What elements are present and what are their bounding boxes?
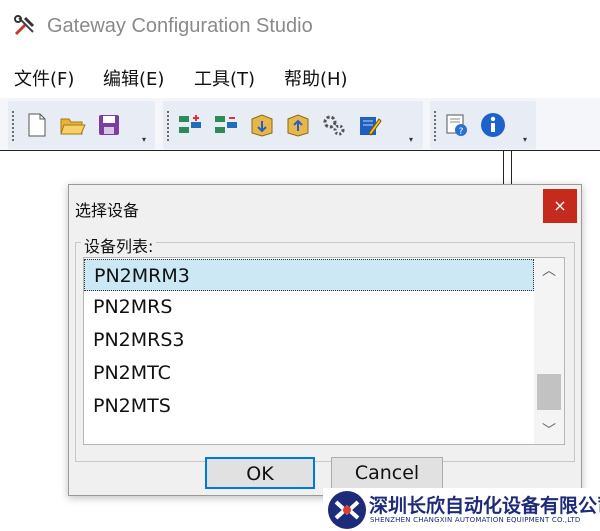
list-item[interactable]: PN2MRM3	[84, 259, 534, 291]
remove-node-icon[interactable]	[213, 111, 239, 139]
list-item[interactable]: PN2MTC	[84, 357, 534, 389]
help-document-icon[interactable]: ?	[444, 111, 470, 139]
select-device-dialog: 选择设备 × 设备列表: PN2MRM3 PN2MRS PN2MRS3 PN2M…	[68, 184, 582, 496]
scrollbar-thumb[interactable]	[537, 374, 561, 410]
toolbar-overflow-chevron-icon[interactable]: ▾	[520, 135, 530, 145]
menu-edit[interactable]: 编辑(E)	[103, 65, 164, 91]
company-watermark: 深圳长欣自动化设备有限公司 SHENZHEN CHANGXIN AUTOMATI…	[323, 488, 600, 531]
info-icon[interactable]	[480, 111, 506, 139]
save-icon[interactable]	[96, 111, 122, 139]
app-title: Gateway Configuration Studio	[47, 15, 313, 37]
menu-bar: 文件(F) 编辑(E) 工具(T) 帮助(H)	[0, 60, 600, 94]
app-tools-icon	[14, 15, 35, 36]
open-folder-icon[interactable]	[60, 111, 86, 139]
title-bar: Gateway Configuration Studio	[0, 0, 600, 55]
list-scrollbar[interactable]: ︿ ﹀	[534, 258, 564, 444]
close-button[interactable]: ×	[543, 189, 577, 223]
toolbar-overflow-chevron-icon[interactable]: ▾	[139, 135, 149, 145]
device-list-label: 设备列表:	[81, 233, 157, 257]
toolbar-group-file: ▾	[8, 101, 155, 149]
new-file-icon[interactable]	[24, 111, 50, 139]
add-node-icon[interactable]	[177, 111, 203, 139]
list-item[interactable]: PN2MTS	[84, 390, 534, 422]
toolbar-group-device: ▾	[163, 101, 423, 149]
toolbar: ▾ ▾ ? ▾	[0, 98, 600, 152]
toolbar-grip[interactable]	[12, 111, 16, 141]
menu-help[interactable]: 帮助(H)	[284, 65, 348, 91]
dialog-title: 选择设备	[75, 201, 140, 220]
toolbar-group-help: ? ▾	[430, 101, 536, 149]
menu-file[interactable]: 文件(F)	[14, 65, 74, 91]
scroll-up-chevron-icon[interactable]: ︿	[534, 258, 564, 284]
workspace-border	[511, 150, 600, 151]
settings-gears-icon[interactable]	[321, 111, 347, 139]
download-icon[interactable]	[249, 111, 275, 139]
scroll-down-chevron-icon[interactable]: ﹀	[534, 418, 564, 444]
svg-text:?: ?	[459, 127, 464, 137]
company-name-cn: 深圳长欣自动化设备有限公司	[369, 495, 600, 517]
device-listbox[interactable]: PN2MRM3 PN2MRS PN2MRS3 PN2MTC PN2MTS ︿ ﹀	[83, 257, 565, 445]
toolbar-grip[interactable]	[434, 111, 438, 141]
company-logo-icon	[328, 491, 366, 529]
menu-tools[interactable]: 工具(T)	[194, 65, 255, 91]
toolbar-grip[interactable]	[167, 111, 171, 141]
splitter-line	[503, 150, 504, 184]
list-item[interactable]: PN2MRS3	[84, 324, 534, 356]
company-name-en: SHENZHEN CHANGXIN AUTOMATION EQUIPMENT C…	[370, 516, 581, 524]
list-item[interactable]: PN2MRS	[84, 291, 534, 323]
toolbar-overflow-chevron-icon[interactable]: ▾	[406, 135, 416, 145]
upload-icon[interactable]	[285, 111, 311, 139]
splitter-line	[511, 150, 512, 184]
edit-notepad-icon[interactable]	[357, 111, 383, 139]
cancel-button[interactable]: Cancel	[331, 457, 443, 489]
workspace-border	[0, 150, 511, 151]
ok-button[interactable]: OK	[205, 457, 315, 489]
